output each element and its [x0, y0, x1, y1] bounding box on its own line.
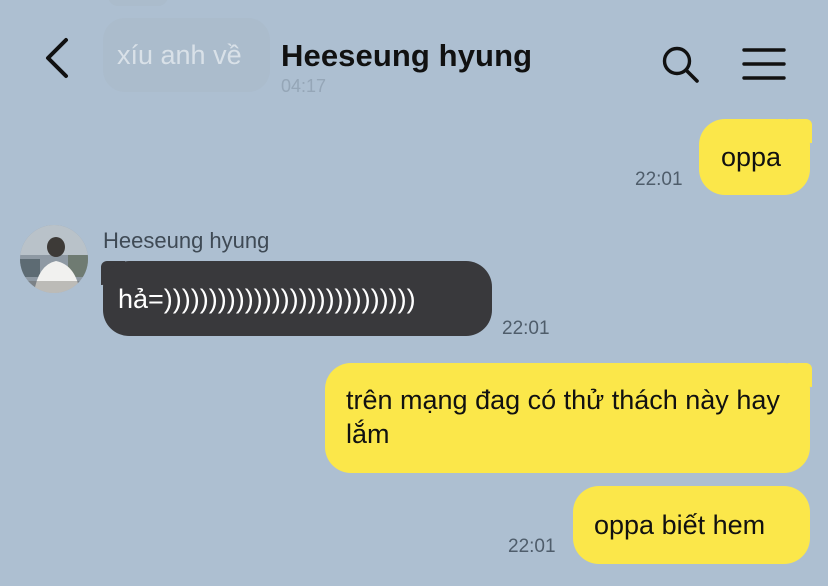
- message-bubble-outgoing[interactable]: oppa: [699, 119, 810, 195]
- message-time: 22:01: [635, 169, 683, 190]
- search-icon[interactable]: [660, 44, 702, 86]
- message-time: 22:01: [508, 536, 556, 557]
- message-time: 22:01: [502, 318, 550, 339]
- back-chevron-icon[interactable]: [38, 36, 78, 80]
- sender-name: Heeseung hyung: [103, 228, 270, 253]
- chat-header: Heeseung hyung: [0, 0, 828, 110]
- hamburger-menu-icon[interactable]: [740, 46, 788, 82]
- message-bubble-incoming[interactable]: hả=)))))))))))))))))))))))))))): [103, 261, 492, 336]
- message-bubble-outgoing[interactable]: oppa biết hem: [573, 486, 810, 564]
- chat-screen: xíu anh về 04:17 Heeseung hyung oppa 22:…: [0, 0, 828, 586]
- chat-title: Heeseung hyung: [281, 38, 533, 73]
- message-bubble-outgoing[interactable]: trên mạng đag có thử thách này hay lắm: [325, 363, 810, 473]
- avatar[interactable]: [20, 225, 88, 293]
